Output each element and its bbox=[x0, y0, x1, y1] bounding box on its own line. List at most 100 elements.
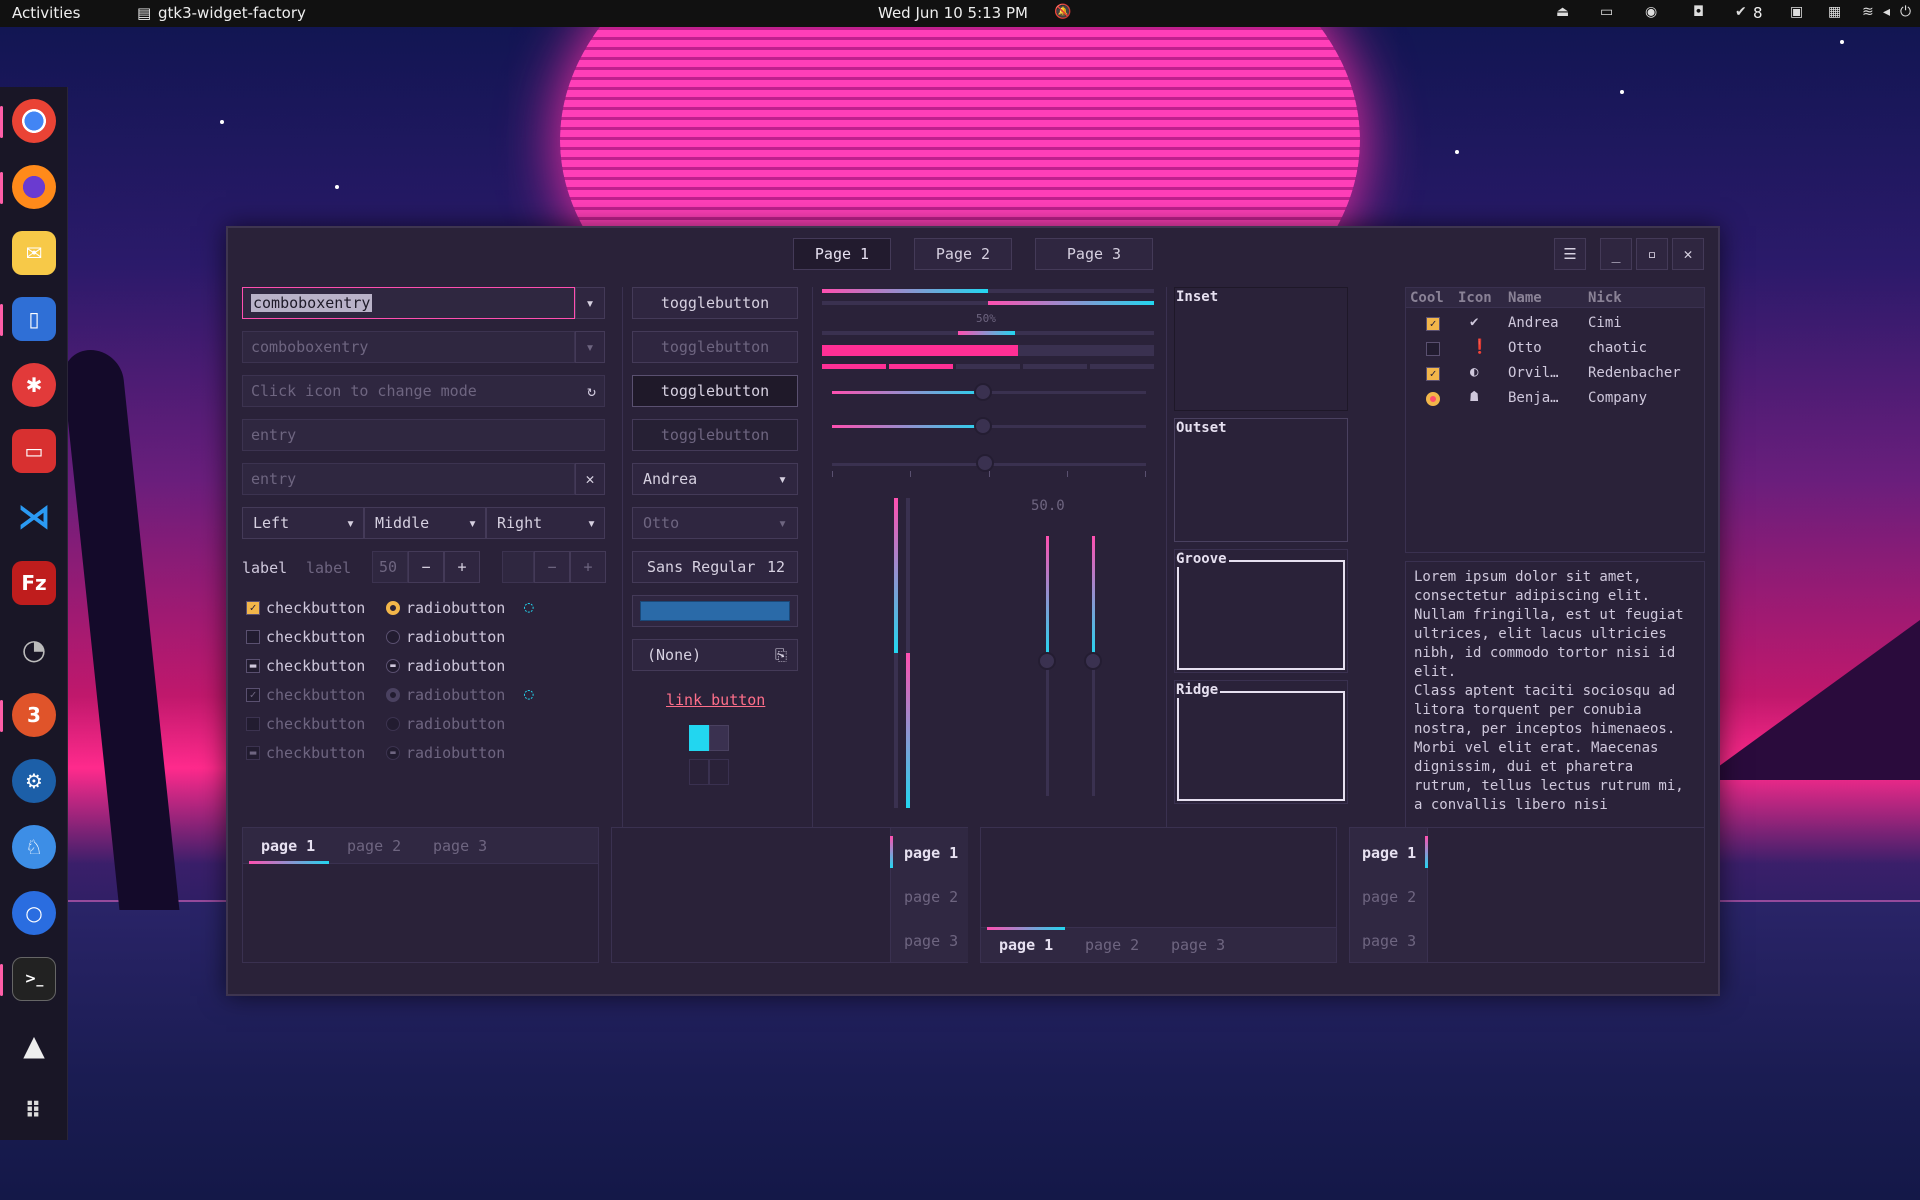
firefox-icon[interactable] bbox=[12, 165, 56, 209]
clipboard-icon[interactable]: ▣ bbox=[1790, 4, 1803, 20]
filezilla-icon[interactable]: Fz bbox=[12, 561, 56, 605]
tab-page-3[interactable]: Page 3 bbox=[1035, 238, 1153, 270]
maximize-button[interactable]: ▫ bbox=[1636, 238, 1668, 270]
radio-unselected[interactable] bbox=[386, 630, 400, 644]
activities-button[interactable]: Activities bbox=[12, 4, 80, 22]
tree-row-nick[interactable]: Cimi bbox=[1588, 315, 1622, 331]
column-header-cool[interactable]: Cool bbox=[1410, 290, 1444, 306]
tree-row-name[interactable]: Orvil… bbox=[1508, 365, 1559, 381]
spin-decrement-button[interactable]: − bbox=[408, 551, 444, 583]
entry-field-clearable[interactable]: entry bbox=[242, 463, 575, 495]
mail-icon[interactable]: ✉ bbox=[12, 231, 56, 275]
goat-icon[interactable]: ♘ bbox=[12, 825, 56, 869]
file-chooser-button[interactable]: (None) ⎘ bbox=[632, 639, 798, 671]
spin-increment-button[interactable]: + bbox=[444, 551, 480, 583]
updates-icon[interactable]: ✔ bbox=[1735, 4, 1747, 20]
togglebutton-active[interactable]: togglebutton bbox=[632, 375, 798, 407]
cassette-icon[interactable]: ▭ bbox=[12, 429, 56, 473]
minimize-button[interactable]: _ bbox=[1600, 238, 1632, 270]
slider-handle[interactable] bbox=[974, 417, 992, 435]
tree-row-name[interactable]: Otto bbox=[1508, 340, 1542, 356]
color-button[interactable] bbox=[632, 595, 798, 627]
gimp-icon[interactable]: ◔ bbox=[12, 627, 56, 671]
column-header-nick[interactable]: Nick bbox=[1588, 290, 1622, 306]
column-header-icon[interactable]: Icon bbox=[1458, 290, 1492, 306]
checkbox-checked[interactable]: ✓ bbox=[246, 601, 260, 615]
notebook-tab-page-2[interactable]: page 2 bbox=[904, 888, 958, 906]
checkbox-mixed[interactable]: ▬ bbox=[246, 659, 260, 673]
refresh-icon[interactable]: ↻ bbox=[587, 382, 596, 400]
vertical-slider-handle[interactable] bbox=[1038, 652, 1056, 670]
tree-row-name[interactable]: Andrea bbox=[1508, 315, 1559, 331]
tree-row-checkbox[interactable]: ✓ bbox=[1426, 367, 1440, 381]
clock[interactable]: Wed Jun 10 5:13 PM bbox=[878, 4, 1028, 22]
terminal-icon[interactable]: >_ bbox=[12, 957, 56, 1001]
radio-mixed[interactable]: ▬ bbox=[386, 659, 400, 673]
toggle-tile-off[interactable] bbox=[709, 725, 729, 751]
eject-icon[interactable]: ⏏ bbox=[1556, 4, 1569, 20]
menu-button[interactable]: ☰ bbox=[1554, 238, 1586, 270]
files-icon[interactable]: ▯ bbox=[12, 297, 56, 341]
mode-entry[interactable]: Click icon to change mode ↻ bbox=[242, 375, 605, 407]
segment-left-button[interactable]: Left ▾ bbox=[242, 507, 364, 539]
tree-row-nick[interactable]: Redenbacher bbox=[1588, 365, 1681, 381]
tree-row-checkbox[interactable]: ✓ bbox=[1426, 317, 1440, 331]
notebook-tab-page-2[interactable]: page 2 bbox=[1362, 888, 1416, 906]
notebook-tab-page-1[interactable]: page 1 bbox=[1362, 844, 1416, 862]
volume-icon[interactable]: ◂ bbox=[1883, 4, 1890, 20]
notebook-tab-page-1[interactable]: page 1 bbox=[261, 837, 315, 855]
vertical-slider-handle[interactable] bbox=[1084, 652, 1102, 670]
check-circle-icon[interactable]: ◉ bbox=[1645, 4, 1657, 20]
toggle-tile-on[interactable] bbox=[689, 725, 709, 751]
radio-selected[interactable] bbox=[386, 601, 400, 615]
inkscape-icon[interactable]: ▲ bbox=[12, 1023, 56, 1067]
power-icon[interactable]: ⏻ bbox=[1900, 4, 1911, 20]
close-button[interactable]: ✕ bbox=[1672, 238, 1704, 270]
app-menu-icon[interactable]: ▤ bbox=[137, 4, 151, 22]
app-menu[interactable]: gtk3-widget-factory bbox=[158, 4, 306, 22]
checkbox-unchecked[interactable] bbox=[246, 630, 260, 644]
steam-icon[interactable]: ⚙ bbox=[12, 759, 56, 803]
entry-field[interactable]: entry bbox=[242, 419, 605, 451]
notebook-tab-page-2[interactable]: page 2 bbox=[1085, 936, 1139, 954]
segment-middle-button[interactable]: Middle ▾ bbox=[364, 507, 486, 539]
tab-page-1[interactable]: Page 1 bbox=[793, 238, 891, 270]
vscode-icon[interactable]: ⋊ bbox=[12, 495, 56, 539]
slider-handle[interactable] bbox=[974, 383, 992, 401]
font-button[interactable]: Sans Regular 12 bbox=[632, 551, 798, 583]
tree-row-radio[interactable] bbox=[1426, 392, 1440, 406]
slider-handle[interactable] bbox=[976, 454, 994, 472]
text-view[interactable]: Lorem ipsum dolor sit amet, consectetur … bbox=[1405, 561, 1705, 831]
notebook-tab-page-3[interactable]: page 3 bbox=[904, 932, 958, 950]
segment-right-button[interactable]: Right ▾ bbox=[486, 507, 605, 539]
notebook-tab-page-3[interactable]: page 3 bbox=[1171, 936, 1225, 954]
chrome-icon[interactable] bbox=[12, 99, 56, 143]
tree-row-nick[interactable]: Company bbox=[1588, 390, 1647, 406]
tree-row-name[interactable]: Benja… bbox=[1508, 390, 1559, 406]
notebook-tab-page-2[interactable]: page 2 bbox=[347, 837, 401, 855]
app-3-icon[interactable]: 3 bbox=[12, 693, 56, 737]
combo-dropdown-button[interactable]: ▾ bbox=[575, 287, 605, 319]
drive-icon[interactable]: ▭ bbox=[1600, 4, 1613, 20]
notebook-tab-page-1[interactable]: page 1 bbox=[904, 844, 958, 862]
clear-entry-button[interactable]: ✕ bbox=[575, 463, 605, 495]
signal-icon[interactable]: ○ bbox=[12, 891, 56, 935]
app-grid-icon[interactable]: ⠿ bbox=[12, 1089, 56, 1133]
notebook-tab-page-1[interactable]: page 1 bbox=[999, 936, 1053, 954]
tree-row-nick[interactable]: chaotic bbox=[1588, 340, 1647, 356]
camera-icon[interactable]: ◘ bbox=[1693, 4, 1704, 20]
tree-row-checkbox[interactable] bbox=[1426, 342, 1440, 356]
togglebutton[interactable]: togglebutton bbox=[632, 287, 798, 319]
column-header-name[interactable]: Name bbox=[1508, 290, 1542, 306]
notebook-tab-page-3[interactable]: page 3 bbox=[1362, 932, 1416, 950]
link-button[interactable]: link button bbox=[666, 691, 765, 709]
spin-value[interactable]: 50 bbox=[372, 551, 408, 583]
combo-andrea[interactable]: Andrea ▾ bbox=[632, 463, 798, 495]
pinwheel-icon[interactable]: ✱ bbox=[12, 363, 56, 407]
spinner-icon: ◌ bbox=[524, 684, 534, 703]
comboboxentry-input[interactable]: comboboxentry bbox=[242, 287, 575, 319]
layout-icon[interactable]: ▦ bbox=[1828, 4, 1841, 20]
notebook-tab-page-3[interactable]: page 3 bbox=[433, 837, 487, 855]
wifi-icon[interactable]: ≋ bbox=[1862, 4, 1874, 20]
tab-page-2[interactable]: Page 2 bbox=[914, 238, 1012, 270]
